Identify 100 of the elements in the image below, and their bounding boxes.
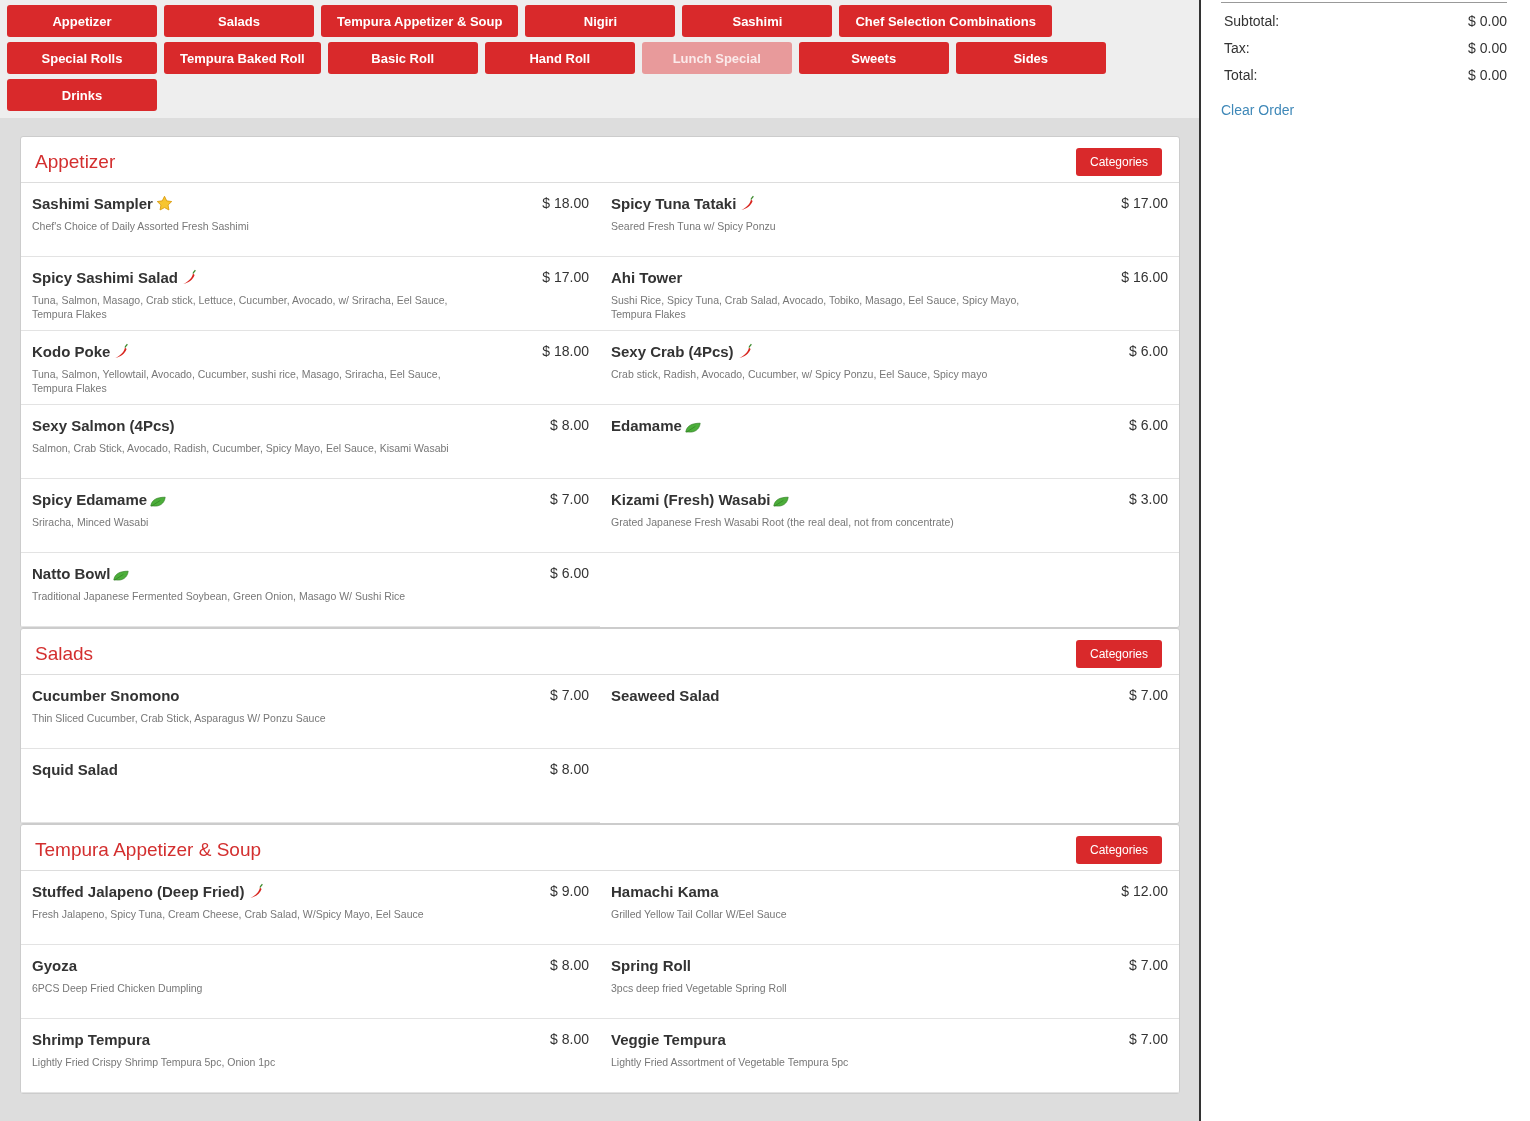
star-icon bbox=[155, 195, 173, 212]
item-price: $ 8.00 bbox=[550, 957, 589, 973]
item-name: Spicy Sashimi Salad bbox=[32, 269, 178, 286]
item-name: Cucumber Snomono bbox=[32, 687, 180, 704]
total-value: $ 0.00 bbox=[1468, 13, 1507, 31]
category-button[interactable]: Appetizer bbox=[7, 5, 157, 37]
item-description: Sushi Rice, Spicy Tuna, Crab Salad, Avocado, Tobiko, Masago, Eel Sauce, Spicy Mayo, Tempura Flakes bbox=[611, 293, 1021, 321]
item-description: Tuna, Salmon, Masago, Crab stick, Lettuce, Cucumber, Avocado, w/ Sriracha, Eel Sauce, Tempura Flakes bbox=[32, 293, 449, 321]
section-title: Tempura Appetizer & Soup bbox=[35, 838, 262, 861]
item-description: 6PCS Deep Fried Chicken Dumpling bbox=[32, 981, 204, 995]
menu-item[interactable]: Kizami (Fresh) Wasabi $ 3.00 Grated Japanese Fresh Wasabi Root (the real deal, not from concentrate) bbox=[600, 479, 1179, 553]
item-description: Grilled Yellow Tail Collar W/Eel Sauce bbox=[611, 907, 788, 921]
menu-item[interactable]: Spicy Edamame $ 7.00 Sriracha, Minced Wasabi bbox=[21, 479, 600, 553]
total-label: Tax: bbox=[1224, 40, 1250, 58]
item-name: Ahi Tower bbox=[611, 269, 683, 286]
chili-pepper-icon bbox=[113, 343, 130, 360]
menu-item[interactable]: Seaweed Salad $ 7.00 bbox=[600, 675, 1179, 749]
item-name: Spicy Edamame bbox=[32, 491, 148, 508]
menu-item[interactable]: Gyoza $ 8.00 6PCS Deep Fried Chicken Dumpling bbox=[21, 945, 600, 1019]
item-description: Salmon, Crab Stick, Avocado, Radish, Cucumber, Spicy Mayo, Eel Sauce, Kisami Wasabi bbox=[32, 441, 450, 455]
category-button[interactable]: Salads bbox=[164, 5, 314, 37]
menu-item[interactable]: Hamachi Kama $ 12.00 Grilled Yellow Tail Collar W/Eel Sauce bbox=[600, 871, 1179, 945]
item-description: Fresh Jalapeno, Spicy Tuna, Cream Cheese, Crab Salad, W/Spicy Mayo, Eel Sauce bbox=[32, 907, 425, 921]
item-price: $ 17.00 bbox=[1121, 195, 1168, 211]
chili-pepper-icon bbox=[739, 195, 756, 212]
category-button[interactable]: Special Rolls bbox=[7, 42, 157, 74]
item-name: Spicy Tuna Tataki bbox=[611, 195, 737, 212]
item-description: Lightly Fried Assortment of Vegetable Tempura 5pc bbox=[611, 1055, 850, 1069]
item-name: Stuffed Jalapeno (Deep Fried) bbox=[32, 883, 245, 900]
item-description: Traditional Japanese Fermented Soybean, Green Onion, Masago W/ Sushi Rice bbox=[32, 589, 407, 603]
menu-item[interactable]: Stuffed Jalapeno (Deep Fried) $ 9.00 Fresh Jalapeno, Spicy Tuna, Cream Cheese, Crab Salad, W/Spicy Mayo, Eel Sauce bbox=[21, 871, 600, 945]
menu-item[interactable]: Squid Salad $ 8.00 bbox=[21, 749, 600, 823]
item-price: $ 9.00 bbox=[550, 883, 589, 899]
menu-item[interactable]: Veggie Tempura $ 7.00 Lightly Fried Assortment of Vegetable Tempura 5pc bbox=[600, 1019, 1179, 1093]
total-label: Subtotal: bbox=[1224, 13, 1280, 31]
item-name: Gyoza bbox=[32, 957, 77, 974]
item-name: Kizami (Fresh) Wasabi bbox=[611, 491, 771, 508]
category-button[interactable]: Basic Roll bbox=[327, 42, 478, 74]
category-button[interactable]: Nigiri bbox=[525, 5, 676, 37]
item-price: $ 18.00 bbox=[542, 195, 589, 211]
item-description: Thin Sliced Cucumber, Crab Stick, Asparagus W/ Ponzu Sauce bbox=[32, 711, 327, 725]
item-description: Grated Japanese Fresh Wasabi Root (the real deal, not from concentrate) bbox=[611, 515, 955, 529]
item-name: Shrimp Tempura bbox=[32, 1031, 151, 1048]
menu-item[interactable]: Shrimp Tempura $ 8.00 Lightly Fried Crispy Shrimp Tempura 5pc, Onion 1pc bbox=[21, 1019, 600, 1093]
item-name: Squid Salad bbox=[32, 761, 118, 778]
menu-item[interactable]: Natto Bowl $ 6.00 Traditional Japanese Fermented Soybean, Green Onion, Masago W/ Sushi Rice bbox=[21, 553, 600, 627]
item-name: Hamachi Kama bbox=[611, 883, 719, 900]
leaf-icon bbox=[773, 496, 790, 508]
item-description: Lightly Fried Crispy Shrimp Tempura 5pc, Onion 1pc bbox=[32, 1055, 277, 1069]
category-button[interactable]: Sweets bbox=[798, 42, 949, 74]
category-button[interactable]: Sides bbox=[955, 42, 1106, 74]
categories-button[interactable]: Categories bbox=[1076, 835, 1162, 864]
menu-item[interactable]: Sexy Salmon (4Pcs) $ 8.00 Salmon, Crab Stick, Avocado, Radish, Cucumber, Spicy Mayo, Eel Sauce, Kisami Wasabi bbox=[21, 405, 600, 479]
item-price: $ 7.00 bbox=[550, 687, 589, 703]
category-button[interactable]: Sashimi bbox=[682, 5, 833, 37]
item-price: $ 3.00 bbox=[1129, 491, 1168, 507]
clear-order-link[interactable]: Clear Order bbox=[1221, 102, 1295, 118]
category-button[interactable]: Tempura Appetizer & Soup bbox=[321, 5, 519, 37]
menu-item[interactable]: Ahi Tower $ 16.00 Sushi Rice, Spicy Tuna, Crab Salad, Avocado, Tobiko, Masago, Eel Sauce, Spicy Mayo, Tempura Flakes bbox=[600, 257, 1179, 331]
category-button[interactable]: Tempura Baked Roll bbox=[164, 42, 321, 74]
item-name: Spring Roll bbox=[611, 957, 691, 974]
item-description: Seared Fresh Tuna w/ Spicy Ponzu bbox=[611, 219, 777, 233]
category-button[interactable]: Chef Selection Combinations bbox=[839, 5, 1052, 37]
item-price: $ 6.00 bbox=[550, 565, 589, 581]
item-name: Natto Bowl bbox=[32, 565, 111, 582]
menu-item[interactable]: Spicy Sashimi Salad $ 17.00 Tuna, Salmon, Masago, Crab stick, Lettuce, Cucumber, Avocado, w/ Sriracha, Eel Sauce, Tempura Flakes bbox=[21, 257, 600, 331]
item-name: Edamame bbox=[611, 417, 682, 434]
section-title: Salads bbox=[35, 642, 94, 665]
item-price: $ 12.00 bbox=[1121, 883, 1168, 899]
item-price: $ 7.00 bbox=[550, 491, 589, 507]
total-value: $ 0.00 bbox=[1468, 67, 1507, 85]
item-description: Crab stick, Radish, Avocado, Cucumber, w/ Spicy Ponzu, Eel Sauce, Spicy mayo bbox=[611, 367, 989, 381]
leaf-icon bbox=[684, 422, 701, 434]
item-price: $ 7.00 bbox=[1129, 687, 1168, 703]
menu-item[interactable]: Spicy Tuna Tataki $ 17.00 Seared Fresh Tuna w/ Spicy Ponzu bbox=[600, 183, 1179, 257]
item-price: $ 17.00 bbox=[542, 269, 589, 285]
item-name: Sexy Crab (4Pcs) bbox=[611, 343, 734, 360]
category-button[interactable]: Hand Roll bbox=[484, 42, 635, 74]
item-price: $ 7.00 bbox=[1129, 957, 1168, 973]
categories-button[interactable]: Categories bbox=[1076, 147, 1162, 176]
section-title: Appetizer bbox=[35, 150, 116, 173]
category-button[interactable]: Drinks bbox=[7, 79, 157, 111]
menu-item[interactable]: Spring Roll $ 7.00 3pcs deep fried Vegetable Spring Roll bbox=[600, 945, 1179, 1019]
item-price: $ 8.00 bbox=[550, 1031, 589, 1047]
menu-item[interactable]: Sexy Crab (4Pcs) $ 6.00 Crab stick, Radish, Avocado, Cucumber, w/ Spicy Ponzu, Eel Sauce, Spicy mayo bbox=[600, 331, 1179, 405]
menu-item[interactable]: Cucumber Snomono $ 7.00 Thin Sliced Cucumber, Crab Stick, Asparagus W/ Ponzu Sauce bbox=[21, 675, 600, 749]
item-description: Tuna, Salmon, Yellowtail, Avocado, Cucumber, sushi rice, Masago, Sriracha, Eel Sauce, Tempura Flakes bbox=[32, 367, 442, 395]
item-price: $ 6.00 bbox=[1129, 417, 1168, 433]
item-price: $ 8.00 bbox=[550, 761, 589, 777]
item-name: Sashimi Sampler bbox=[32, 195, 153, 212]
menu-item[interactable]: Sashimi Sampler $ 18.00 Chef's Choice of Daily Assorted Fresh Sashimi bbox=[21, 183, 600, 257]
item-description: 3pcs deep fried Vegetable Spring Roll bbox=[611, 981, 788, 995]
menu-item[interactable]: Kodo Poke $ 18.00 Tuna, Salmon, Yellowtail, Avocado, Cucumber, sushi rice, Masago, Sriracha, Eel Sauce, Tempura Flakes bbox=[21, 331, 600, 405]
item-name: Veggie Tempura bbox=[611, 1031, 726, 1048]
categories-button[interactable]: Categories bbox=[1076, 639, 1162, 668]
menu-item[interactable]: Edamame $ 6.00 bbox=[600, 405, 1179, 479]
item-price: $ 7.00 bbox=[1129, 1031, 1168, 1047]
total-value: $ 0.00 bbox=[1468, 40, 1507, 58]
item-price: $ 6.00 bbox=[1129, 343, 1168, 359]
item-description: Chef's Choice of Daily Assorted Fresh Sashimi bbox=[32, 219, 250, 233]
